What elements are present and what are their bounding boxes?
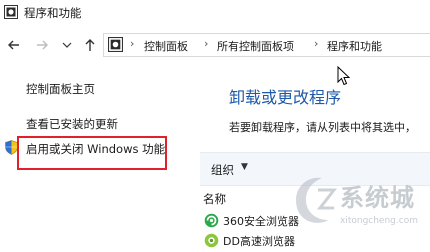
breadcrumb-programs-features[interactable]: 程序和功能 bbox=[327, 38, 382, 54]
watermark-text: 系统城 bbox=[340, 184, 415, 212]
highlight-box bbox=[17, 136, 167, 170]
dd-browser-icon bbox=[204, 233, 219, 248]
mouse-cursor-icon bbox=[337, 66, 351, 86]
watermark: 系统城 xitongcheng.com bbox=[290, 168, 430, 252]
organize-dropdown-caret[interactable]: ▼ bbox=[241, 162, 248, 172]
breadcrumb-all-items[interactable]: 所有控制面板项 bbox=[217, 38, 294, 54]
chevron-down-icon[interactable] bbox=[62, 37, 72, 53]
up-arrow-icon[interactable] bbox=[82, 37, 98, 53]
breadcrumb-separator: › bbox=[314, 37, 319, 50]
back-arrow-icon[interactable] bbox=[6, 37, 22, 53]
breadcrumb-separator: › bbox=[130, 37, 135, 50]
360-browser-icon bbox=[204, 213, 219, 228]
program-name: 360安全浏览器 bbox=[223, 215, 299, 228]
forward-arrow-icon[interactable] bbox=[34, 37, 50, 53]
watermark-logo-icon bbox=[296, 177, 338, 223]
sidebar-item-control-panel-home[interactable]: 控制面板主页 bbox=[26, 81, 95, 97]
address-bar[interactable]: › 控制面板 › 所有控制面板项 › 程序和功能 bbox=[103, 33, 430, 57]
control-panel-icon bbox=[108, 37, 123, 52]
title-bar: 程序和功能 bbox=[0, 0, 430, 26]
page-description: 若要卸载程序，请从列表中将其选中， bbox=[229, 121, 416, 134]
program-name: DD高速浏览器 bbox=[223, 235, 295, 248]
watermark-subtext: xitongcheng.com bbox=[340, 216, 418, 226]
sidebar-item-view-installed-updates[interactable]: 查看已安装的更新 bbox=[26, 116, 118, 132]
breadcrumb-control-panel[interactable]: 控制面板 bbox=[144, 38, 188, 54]
window-title: 程序和功能 bbox=[24, 6, 82, 20]
control-panel-icon bbox=[4, 5, 18, 19]
organize-button[interactable]: 组织 bbox=[211, 162, 234, 178]
column-header-name[interactable]: 名称 bbox=[203, 191, 226, 207]
breadcrumb-separator: › bbox=[204, 37, 209, 50]
page-title: 卸载或更改程序 bbox=[229, 88, 342, 107]
